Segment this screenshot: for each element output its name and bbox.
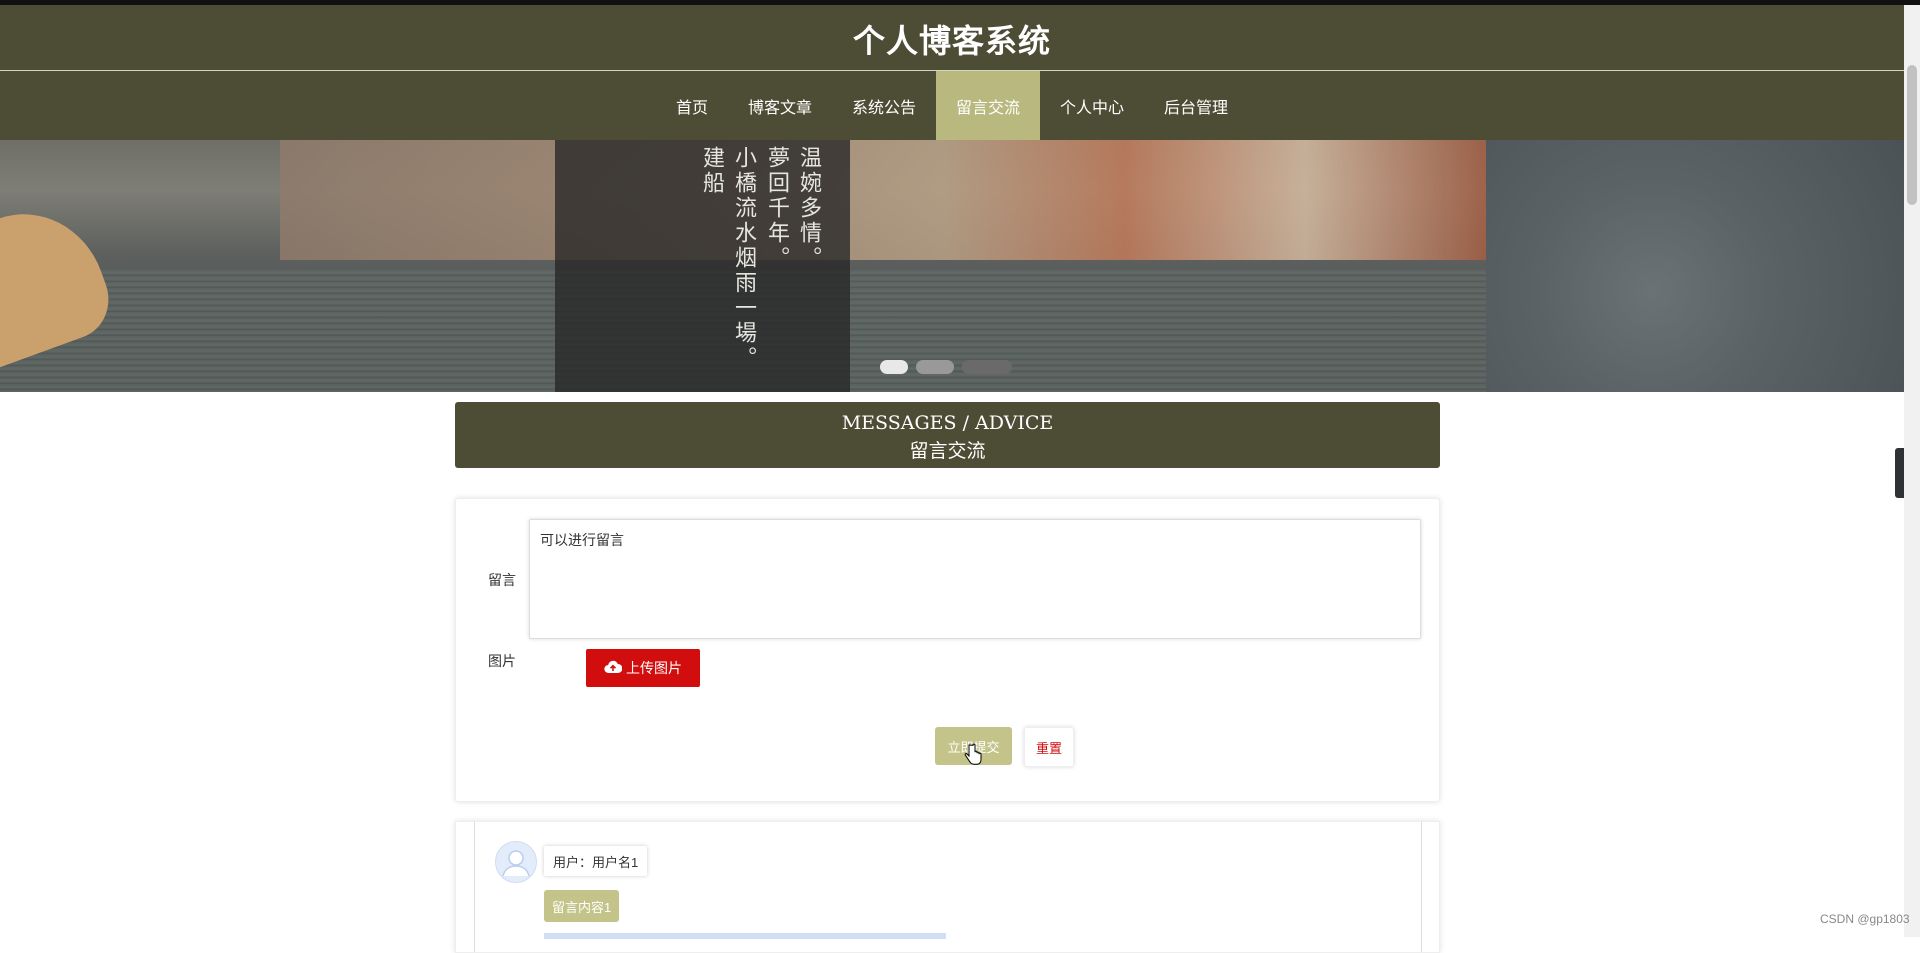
comment-content: 留言内容1 — [544, 890, 620, 922]
cloud-upload-icon — [604, 660, 623, 677]
section-title-cn: 留言交流 — [909, 440, 986, 462]
user-avatar-icon — [495, 841, 537, 883]
banner-poem-line: 温婉多情。 — [796, 146, 821, 271]
comment-username: 用户：用户名1 — [544, 846, 648, 876]
upload-image-button[interactable]: 上传图片 — [586, 649, 700, 687]
nav-item-messages[interactable]: 留言交流 — [936, 71, 1041, 140]
banner-poem-panel: 建船 小橋流水烟雨一場。 夢回千年。 温婉多情。 — [555, 140, 850, 392]
carousel-dot[interactable] — [880, 360, 908, 374]
banner-image-next — [1486, 140, 1904, 392]
carousel-dot[interactable] — [962, 360, 1012, 374]
main-nav: 首页 博客文章 系统公告 留言交流 个人中心 后台管理 — [0, 71, 1904, 140]
section-title-en: MESSAGES / ADVICE — [841, 412, 1054, 434]
message-label: 留言 — [488, 572, 516, 588]
watermark: CSDN @gp1803 — [1820, 912, 1910, 926]
carousel-indicators — [880, 360, 1012, 374]
upload-image-label: 上传图片 — [626, 660, 682, 676]
carousel-dot[interactable] — [916, 360, 954, 374]
banner-poem-line: 小橋流水烟雨一場。 — [731, 146, 756, 371]
message-textarea[interactable]: 可以进行留言 — [529, 519, 1421, 639]
reset-button[interactable]: 重置 — [1024, 727, 1074, 767]
banner-buildings — [280, 140, 1486, 260]
comment-list: 用户：用户名1 留言内容1 — [455, 821, 1440, 953]
banner-poem-line: 夢回千年。 — [764, 146, 789, 271]
site-header: 个人博客系统 — [0, 5, 1904, 71]
nav-item-home[interactable]: 首页 — [656, 71, 728, 140]
comment-item: 用户：用户名1 留言内容1 — [474, 822, 1422, 952]
scrollbar-thumb[interactable] — [1907, 65, 1917, 205]
comment-reply-bar — [544, 933, 946, 939]
message-form: 留言 可以进行留言 图片 上传图片 立即提交 重置 — [455, 498, 1440, 802]
nav-item-announcements[interactable]: 系统公告 — [832, 71, 936, 140]
image-label: 图片 — [488, 653, 516, 669]
page-scrollbar[interactable] — [1904, 5, 1920, 937]
site-title: 个人博客系统 — [852, 23, 1051, 59]
nav-item-blog-articles[interactable]: 博客文章 — [728, 71, 832, 140]
banner-poem-line: 建船 — [699, 146, 724, 196]
nav-item-admin[interactable]: 后台管理 — [1144, 71, 1248, 140]
section-title-bar: MESSAGES / ADVICE 留言交流 — [455, 402, 1440, 468]
hand-cursor-icon — [964, 743, 982, 765]
nav-item-personal-center[interactable]: 个人中心 — [1040, 71, 1144, 140]
banner-carousel[interactable]: 建船 小橋流水烟雨一場。 夢回千年。 温婉多情。 — [0, 140, 1904, 392]
